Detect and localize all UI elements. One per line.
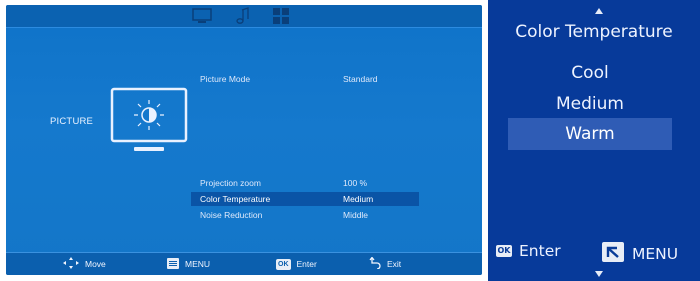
- grid-tab-icon[interactable]: [272, 7, 290, 29]
- scroll-up-arrow-icon[interactable]: [595, 8, 603, 14]
- category-tabs: [6, 5, 482, 28]
- noise-reduction-value: Middle: [343, 210, 369, 220]
- noise-reduction-row[interactable]: Noise Reduction Middle: [191, 208, 419, 222]
- submenu-title: Color Temperature: [515, 22, 673, 42]
- return-arrow-icon: [369, 256, 381, 271]
- picture-mode-label: Picture Mode: [200, 74, 251, 84]
- exit-hint-label: Exit: [387, 259, 402, 269]
- move-hint-label: Move: [85, 259, 106, 269]
- ok-button-icon: OK: [496, 245, 512, 257]
- exit-hint[interactable]: Exit: [369, 256, 402, 271]
- submenu-enter-hint[interactable]: OK Enter: [496, 242, 561, 260]
- picture-category-label: PICTURE: [50, 116, 94, 127]
- submenu-enter-label: Enter: [519, 242, 561, 260]
- noise-reduction-label: Noise Reduction: [200, 210, 263, 220]
- picture-mode-value: Standard: [343, 74, 378, 84]
- color-temperature-row[interactable]: Color Temperature Medium: [191, 192, 419, 206]
- menu-hint[interactable]: MENU: [167, 257, 211, 271]
- projection-zoom-row[interactable]: Projection zoom 100 %: [191, 176, 419, 190]
- enter-hint-label: Enter: [296, 259, 317, 269]
- option-medium[interactable]: Medium: [508, 88, 672, 120]
- tv-picture-menu: PICTURE Picture Mode Standard Projection…: [6, 5, 482, 275]
- option-cool[interactable]: Cool: [508, 57, 672, 89]
- menu-hint-label: MENU: [185, 259, 211, 269]
- submenu-menu-label: MENU: [632, 245, 679, 263]
- scroll-down-arrow-icon[interactable]: [595, 271, 603, 277]
- ok-badge-icon: OK: [276, 258, 291, 270]
- projection-zoom-label: Projection zoom: [200, 178, 261, 188]
- music-tab-icon[interactable]: [236, 7, 252, 29]
- menu-icon: [167, 257, 179, 271]
- submenu-footer: OK Enter MENU: [488, 240, 700, 270]
- monitor-tab-icon[interactable]: [191, 7, 213, 29]
- move-hint: Move: [63, 257, 106, 271]
- enter-hint[interactable]: OK Enter: [276, 258, 317, 270]
- back-menu-icon: [602, 242, 624, 266]
- hint-bar: Move MENU OK Enter Exit: [6, 252, 482, 275]
- color-temperature-label: Color Temperature: [200, 194, 271, 204]
- color-temperature-value: Medium: [343, 194, 374, 204]
- picture-mode-row[interactable]: Picture Mode Standard: [191, 72, 419, 86]
- move-arrows-icon: [63, 257, 79, 271]
- picture-monitor-icon: [107, 86, 191, 162]
- option-warm-selected[interactable]: Warm: [508, 118, 672, 150]
- color-temperature-submenu: Color Temperature Cool Medium Warm OK En…: [488, 0, 700, 281]
- projection-zoom-value: 100 %: [343, 178, 368, 188]
- submenu-menu-hint[interactable]: MENU: [602, 242, 678, 266]
